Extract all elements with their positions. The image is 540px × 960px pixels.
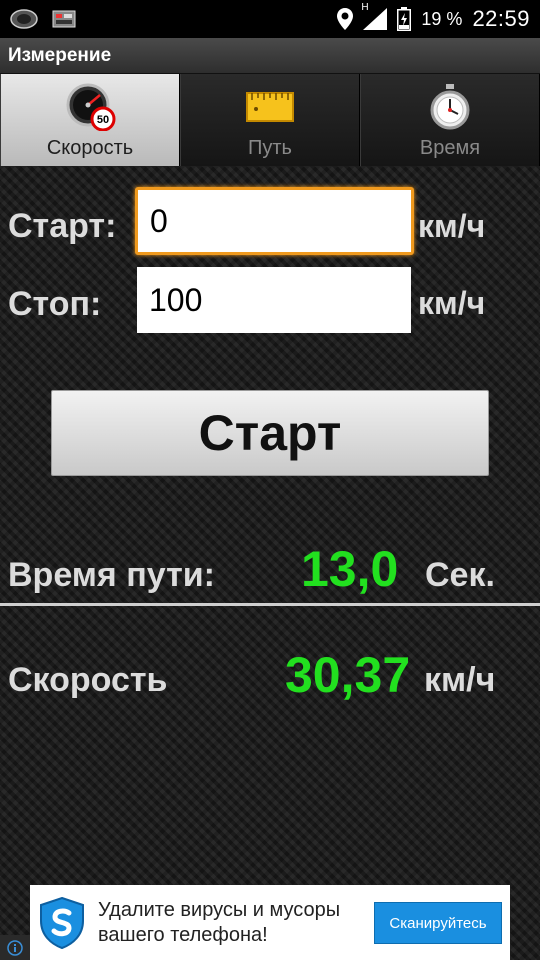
tab-speed[interactable]: 50 Скорость bbox=[0, 74, 180, 166]
tab-distance[interactable]: Путь bbox=[180, 74, 360, 166]
travel-time-unit: Сек. bbox=[425, 556, 495, 594]
signal-icon: H bbox=[361, 2, 388, 30]
travel-time-value: 13,0 bbox=[301, 541, 399, 597]
ad-text-line1: Удалите вирусы и мусоры bbox=[98, 899, 341, 921]
network-type-label: H bbox=[361, 2, 369, 13]
location-icon bbox=[337, 8, 354, 30]
ad-banner[interactable]: Удалите вирусы и мусоры вашего телефона!… bbox=[30, 885, 510, 960]
notification-app-icon-2 bbox=[52, 10, 76, 28]
tab-time[interactable]: Время bbox=[360, 74, 540, 166]
tab-time-label: Время bbox=[419, 137, 481, 159]
speedometer-icon: 50 bbox=[64, 81, 116, 133]
status-bar: H 19 % 22:59 bbox=[0, 0, 540, 38]
ad-info-icon[interactable] bbox=[0, 935, 30, 960]
stopwatch-icon bbox=[430, 81, 470, 133]
average-speed-unit: км/ч bbox=[424, 661, 496, 699]
ad-text-line2: вашего телефона! bbox=[98, 924, 268, 946]
svg-text:50: 50 bbox=[97, 114, 109, 126]
stop-speed-value: 100 bbox=[149, 281, 203, 318]
notification-app-icon bbox=[10, 8, 38, 30]
battery-percent: 19 % bbox=[421, 8, 463, 29]
start-button[interactable]: Старт bbox=[51, 390, 489, 476]
start-speed-label: Старт: bbox=[8, 207, 117, 245]
tab-distance-label: Путь bbox=[248, 137, 292, 159]
average-speed-value: 30,37 bbox=[285, 647, 411, 703]
ruler-icon bbox=[246, 81, 294, 133]
stop-speed-input[interactable]: 100 bbox=[137, 267, 411, 333]
app-title-bar: Измерение bbox=[0, 38, 540, 74]
stop-speed-label: Стоп: bbox=[8, 285, 102, 323]
average-speed-label: Скорость bbox=[8, 661, 168, 699]
start-speed-value: 0 bbox=[150, 202, 168, 239]
tab-speed-label: Скорость bbox=[46, 137, 134, 159]
start-speed-input[interactable]: 0 bbox=[135, 187, 414, 255]
travel-time-label: Время пути: bbox=[8, 556, 215, 594]
start-speed-unit: км/ч bbox=[418, 208, 486, 244]
app-title: Измерение bbox=[8, 44, 112, 66]
results-divider bbox=[0, 603, 540, 606]
ad-text: Удалите вирусы и мусоры вашего телефона! bbox=[98, 898, 378, 948]
ad-scan-button[interactable]: Сканируйтесь bbox=[374, 902, 502, 944]
shield-icon bbox=[39, 896, 85, 954]
tab-bar: 50 Скорость Путь Время bbox=[0, 74, 540, 166]
clock: 22:59 bbox=[472, 6, 530, 31]
stop-speed-unit: км/ч bbox=[418, 285, 486, 321]
battery-icon bbox=[397, 7, 412, 31]
